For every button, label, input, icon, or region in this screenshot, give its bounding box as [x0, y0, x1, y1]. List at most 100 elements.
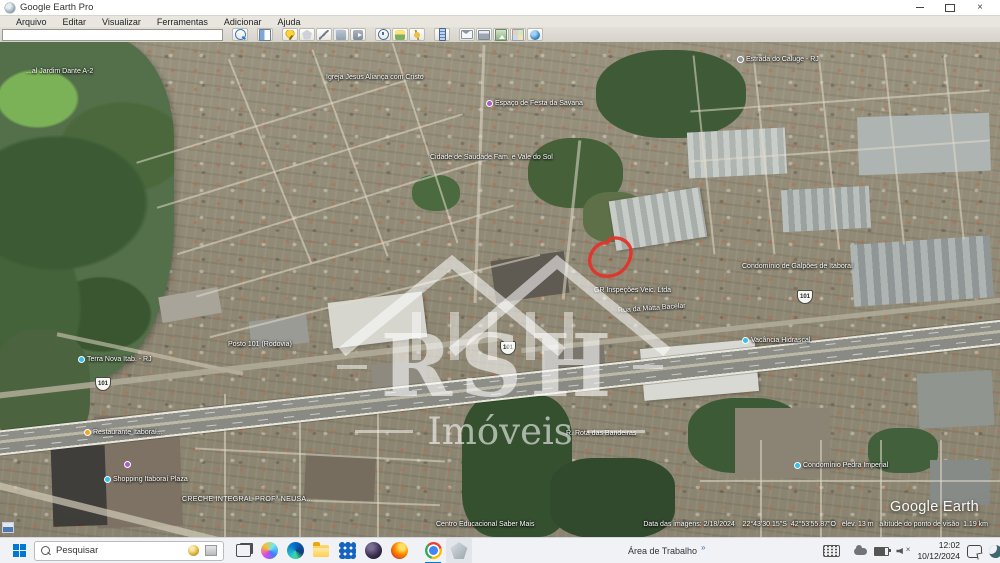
close-button[interactable]: ×	[965, 0, 995, 15]
minimize-button[interactable]	[905, 0, 935, 15]
map-label[interactable]: ...al Jardim Dante A-2	[26, 68, 93, 75]
google-earth-window: Google Earth Pro × Arquivo Editar Visualiz…	[0, 0, 1000, 563]
map-label[interactable]: Condomínio Pedra Imperial	[794, 462, 888, 469]
taskbar-search[interactable]: Pesquisar	[34, 540, 224, 561]
toolbar-add-image-overlay-button[interactable]	[333, 28, 349, 41]
building-roof	[916, 370, 995, 429]
menu-ajuda[interactable]: Ajuda	[269, 17, 308, 27]
taskbar-dark-sphere-app-button[interactable]	[360, 538, 386, 563]
map-label[interactable]	[124, 461, 133, 468]
onedrive-tray-icon[interactable]	[854, 544, 868, 555]
map-label[interactable]: Restaurante Itaboraí...	[84, 429, 163, 436]
toolbar-record-tour-button[interactable]	[350, 28, 366, 41]
task-view-icon	[235, 544, 251, 557]
map-label[interactable]: Shopping Itaboraí Plaza	[104, 476, 188, 483]
taskbar-blue-grid-app-button[interactable]	[334, 538, 360, 563]
record-tour-icon	[353, 29, 363, 40]
taskbar-edge-button[interactable]	[282, 538, 308, 563]
toolbar-hide-sidebar-button[interactable]	[257, 28, 273, 41]
street	[377, 400, 379, 537]
menu-visualizar[interactable]: Visualizar	[94, 17, 149, 27]
start-button[interactable]	[6, 538, 32, 563]
sunlight-icon	[395, 29, 405, 40]
taskbar-google-earth-pro-button[interactable]	[446, 537, 472, 563]
map-label-text: CRECHE INTEGRAL PROFª NEUSA...	[182, 496, 314, 503]
taskbar-task-view-button[interactable]	[230, 538, 256, 563]
map-label-text: Restaurante Itaboraí...	[93, 429, 163, 436]
menu-arquivo[interactable]: Arquivo	[8, 17, 55, 27]
building-roof	[50, 445, 108, 527]
taskbar-firefox-button[interactable]	[386, 538, 412, 563]
toolbar-view-in-maps-button[interactable]	[510, 28, 526, 41]
windows-logo-icon	[12, 544, 26, 557]
dirt-lot	[303, 453, 377, 502]
gray-map-pin-icon	[737, 56, 744, 63]
map-label[interactable]: Cidade de Saudade Fam. e Vale do Sol	[430, 154, 553, 161]
menu-ferramentas[interactable]: Ferramentas	[149, 17, 216, 27]
toolbar-search-button[interactable]	[232, 28, 248, 41]
map-label[interactable]: R. Rota das Bandeiras	[566, 430, 636, 437]
map-label-text: Posto 101 (Rodovia)	[228, 341, 292, 348]
street	[700, 480, 1000, 482]
toolbar-ruler-button[interactable]	[434, 28, 450, 41]
map-label[interactable]: Terra Nova Itab. - RJ	[78, 356, 152, 363]
toolbar-add-placemark-button[interactable]	[282, 28, 298, 41]
notification-center-icon[interactable]	[967, 544, 982, 558]
toolbar-show-in-earth-button[interactable]	[527, 28, 543, 41]
map-viewport[interactable]: 101 101 101 ...al Jardim Dante A-2 Igreja J…	[0, 42, 1000, 537]
toolbar-add-path-button[interactable]	[316, 28, 332, 41]
red-circle-annotation[interactable]	[584, 234, 636, 282]
map-label[interactable]: Centro Educacional Saber Mais	[436, 521, 534, 528]
save-image-icon	[495, 28, 507, 41]
map-label-text: Estrada do Caluge - RJ	[746, 56, 819, 63]
map-label[interactable]: GR Inspeções Veic. Ltda	[594, 287, 671, 294]
map-label[interactable]: CRECHE INTEGRAL PROFª NEUSA...	[182, 496, 313, 503]
cyan-map-pin-icon	[104, 476, 111, 483]
keyboard-tray-icon[interactable]	[823, 545, 841, 557]
taskbar-file-explorer-button[interactable]	[308, 538, 334, 563]
volume-tray-icon[interactable]	[896, 545, 911, 556]
toolbar-group	[232, 28, 248, 41]
map-label-text: Igreja Jesus Aliança com Cristo	[326, 74, 424, 81]
map-label[interactable]: Condomínio de Galpões de Itaboraí	[742, 263, 853, 270]
map-label[interactable]: Igreja Jesus Aliança com Cristo	[326, 74, 424, 81]
toolbar-planets-button[interactable]	[409, 28, 425, 41]
add-placemark-icon	[285, 29, 295, 40]
map-label[interactable]: Vacância Hidrascal	[742, 337, 810, 344]
toolbar-group	[459, 28, 543, 41]
battery-tray-icon[interactable]	[874, 546, 892, 556]
map-label[interactable]: Posto 101 (Rodovia)	[228, 341, 292, 348]
toolbar-print-button[interactable]	[476, 28, 492, 41]
show-in-earth-icon	[530, 29, 540, 40]
taskbar-copilot-button[interactable]	[256, 538, 282, 563]
taskbar: Pesquisar Área de Trabalho » 12:02 10/12…	[0, 537, 1000, 563]
status-bar-icon	[2, 522, 14, 533]
add-polygon-icon	[302, 29, 312, 40]
menu-adicionar[interactable]: Adicionar	[216, 17, 270, 27]
map-label-text: Shopping Itaboraí Plaza	[113, 476, 188, 483]
edge-icon	[286, 542, 304, 559]
view-in-maps-icon	[512, 28, 524, 41]
toolbar-add-polygon-button[interactable]	[299, 28, 315, 41]
window-title: Google Earth Pro	[20, 2, 94, 13]
taskbar-chrome-button[interactable]	[420, 538, 446, 563]
menu-editar[interactable]: Editar	[55, 17, 95, 27]
maximize-button[interactable]	[935, 0, 965, 15]
ruler-icon	[438, 28, 446, 41]
print-icon	[478, 29, 490, 40]
map-label[interactable]: Estrada do Caluge - RJ	[737, 56, 819, 63]
system-tray: 12:02 10/12/2024	[823, 538, 1000, 563]
toolbar-group	[434, 28, 450, 41]
map-label[interactable]: Espaço de Festa da Savana	[486, 100, 583, 107]
toolbar-historical-imagery-button[interactable]	[375, 28, 391, 41]
map-label-text: Cidade de Saudade Fam. e Vale do Sol	[430, 154, 553, 161]
search-input[interactable]	[2, 28, 223, 41]
desktop-toolbar[interactable]: Área de Trabalho »	[628, 538, 706, 563]
toolbar-save-image-button[interactable]	[493, 28, 509, 41]
toolbar-sunlight-button[interactable]	[392, 28, 408, 41]
toolbar-email-button[interactable]	[459, 28, 475, 41]
email-icon	[461, 30, 473, 39]
planets-icon	[412, 29, 422, 40]
taskbar-clock[interactable]: 12:02 10/12/2024	[917, 540, 960, 561]
toolbar	[0, 27, 1000, 42]
